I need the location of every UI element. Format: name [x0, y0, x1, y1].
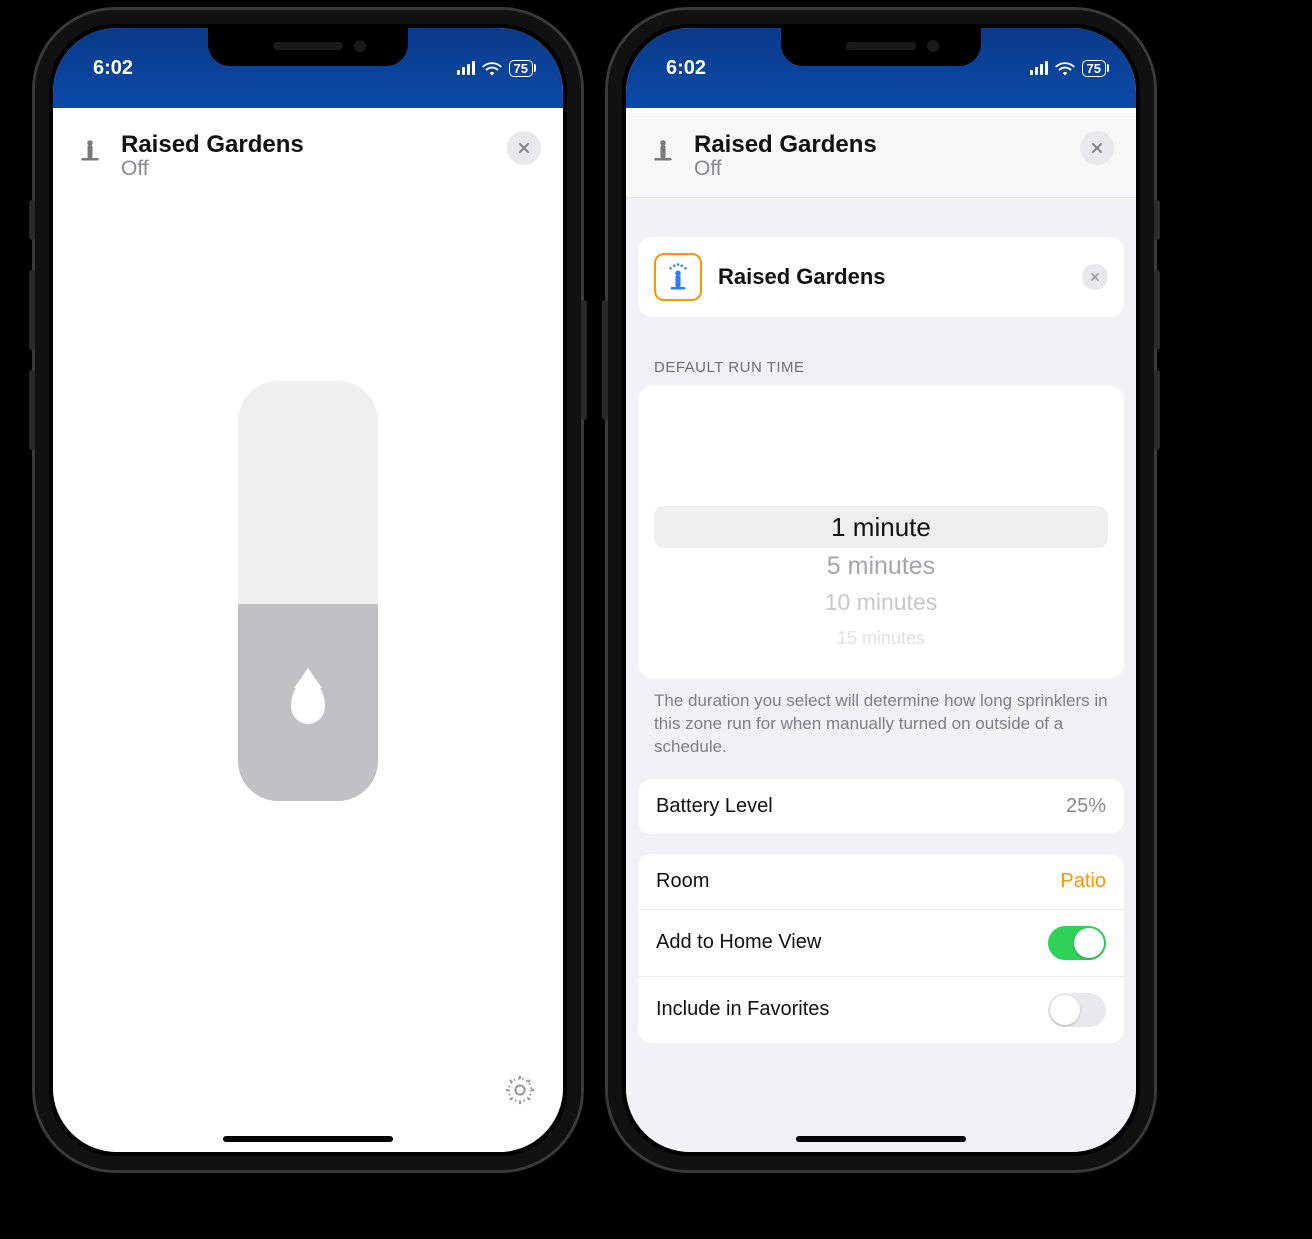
room-row[interactable]: Room Patio	[638, 854, 1124, 909]
battery-icon: 75	[509, 60, 533, 77]
battery-row: Battery Level 25%	[638, 779, 1124, 834]
accessory-tile[interactable]: Raised Gardens	[638, 237, 1124, 317]
cellular-icon	[457, 61, 475, 75]
options-row-card: Room Patio Add to Home View Include in F…	[638, 854, 1124, 1043]
close-button[interactable]	[1080, 131, 1114, 165]
notch	[208, 28, 408, 66]
phone-frame-right: 6:02 75 Raised Gardens Off	[608, 10, 1154, 1170]
battery-icon: 75	[1082, 60, 1106, 77]
accessory-title: Raised Gardens	[694, 131, 1064, 159]
home-view-row: Add to Home View	[638, 909, 1124, 976]
home-indicator[interactable]	[796, 1136, 966, 1142]
close-button[interactable]	[507, 131, 541, 165]
accessory-card: Raised Gardens Off	[53, 113, 563, 1152]
screen-left: 6:02 75 Raised Gardens Off	[53, 28, 563, 1152]
sprinkler-icon	[75, 133, 105, 163]
tile-title: Raised Gardens	[718, 264, 1066, 290]
accessory-title: Raised Gardens	[121, 131, 491, 159]
notch	[781, 28, 981, 66]
battery-label: Battery Level	[656, 795, 773, 818]
home-view-label: Add to Home View	[656, 931, 821, 954]
home-indicator[interactable]	[223, 1136, 393, 1142]
picker-option[interactable]: 10 minutes	[654, 584, 1108, 620]
status-time: 6:02	[666, 57, 706, 80]
picker-option[interactable]: 15 minutes	[654, 620, 1108, 656]
run-time-help-text: The duration you select will determine h…	[654, 690, 1108, 759]
tile-clear-button[interactable]	[1082, 264, 1108, 290]
favorites-row: Include in Favorites	[638, 976, 1124, 1043]
status-time: 6:02	[93, 57, 133, 80]
picker-selected[interactable]: 1 minute	[654, 506, 1108, 548]
settings-scroll[interactable]: Raised Gardens DEFAULT RUN TIME 1 minute…	[626, 219, 1136, 1152]
room-label: Room	[656, 870, 709, 893]
favorites-label: Include in Favorites	[656, 998, 829, 1021]
accessory-settings-card: Raised Gardens Off Raised Gardens	[626, 113, 1136, 1152]
wifi-icon	[481, 60, 503, 76]
cellular-icon	[1030, 61, 1048, 75]
wifi-icon	[1054, 60, 1076, 76]
water-drop-icon	[291, 680, 325, 724]
favorites-toggle[interactable]	[1048, 993, 1106, 1027]
section-default-run-time: DEFAULT RUN TIME	[654, 359, 1108, 376]
screen-right: 6:02 75 Raised Gardens Off	[626, 28, 1136, 1152]
sprinkler-icon	[648, 133, 678, 163]
card-header: Raised Gardens Off	[53, 113, 563, 197]
accessory-status: Off	[694, 157, 1064, 181]
card-header: Raised Gardens Off	[626, 113, 1136, 198]
accessory-status: Off	[121, 157, 491, 181]
valve-slider[interactable]	[238, 381, 378, 801]
settings-gear-button[interactable]	[503, 1073, 537, 1112]
picker-option[interactable]: 5 minutes	[654, 548, 1108, 584]
home-view-toggle[interactable]	[1048, 926, 1106, 960]
run-time-picker[interactable]: 1 minute 5 minutes 10 minutes 15 minutes	[638, 386, 1124, 678]
sprinkler-color-icon	[654, 253, 702, 301]
phone-frame-left: 6:02 75 Raised Gardens Off	[35, 10, 581, 1170]
battery-row-card: Battery Level 25%	[638, 779, 1124, 834]
battery-value: 25%	[1066, 795, 1106, 818]
room-value: Patio	[1060, 870, 1106, 893]
